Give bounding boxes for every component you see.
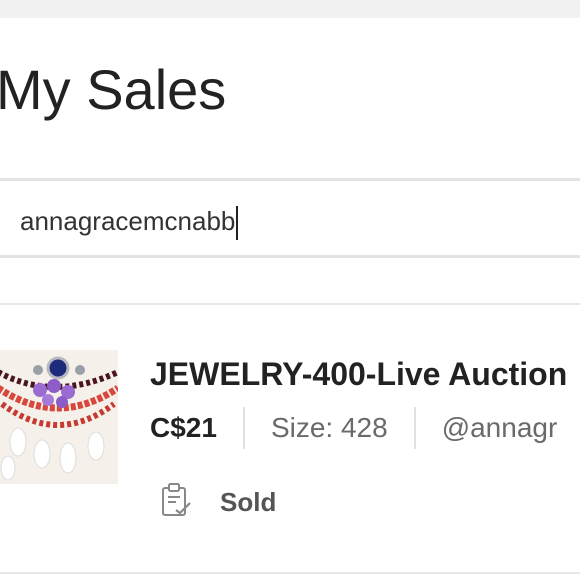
- search-box[interactable]: annagracemcnabb: [0, 178, 580, 258]
- seller-handle[interactable]: @annagr: [442, 412, 558, 444]
- text-caret: [236, 206, 239, 241]
- listing-title[interactable]: JEWELRY-400-Live Auction: [150, 358, 567, 390]
- listing-price: C$21: [150, 412, 217, 443]
- listing-size: Size: 428: [270, 412, 388, 443]
- sale-status: Sold: [160, 482, 276, 523]
- section-divider: [0, 303, 580, 305]
- listing-meta: C$21 Size: 428 @annagr: [150, 406, 557, 450]
- listing-bottom-divider: [0, 572, 580, 574]
- listing-thumbnail[interactable]: [0, 350, 118, 484]
- status-label: Sold: [220, 487, 277, 517]
- top-strip: [0, 0, 580, 18]
- page-title: My Sales: [0, 58, 227, 121]
- meta-separator: [413, 407, 416, 449]
- search-input[interactable]: annagracemcnabb: [20, 202, 420, 241]
- jewelry-photo: [0, 350, 118, 484]
- sale-listing-card[interactable]: JEWELRY-400-Live Auction C$21 Size: 428 …: [0, 306, 580, 572]
- meta-separator: [242, 407, 245, 449]
- clipboard-check-icon: [160, 482, 192, 523]
- search-input-value: annagracemcnabb: [20, 206, 236, 236]
